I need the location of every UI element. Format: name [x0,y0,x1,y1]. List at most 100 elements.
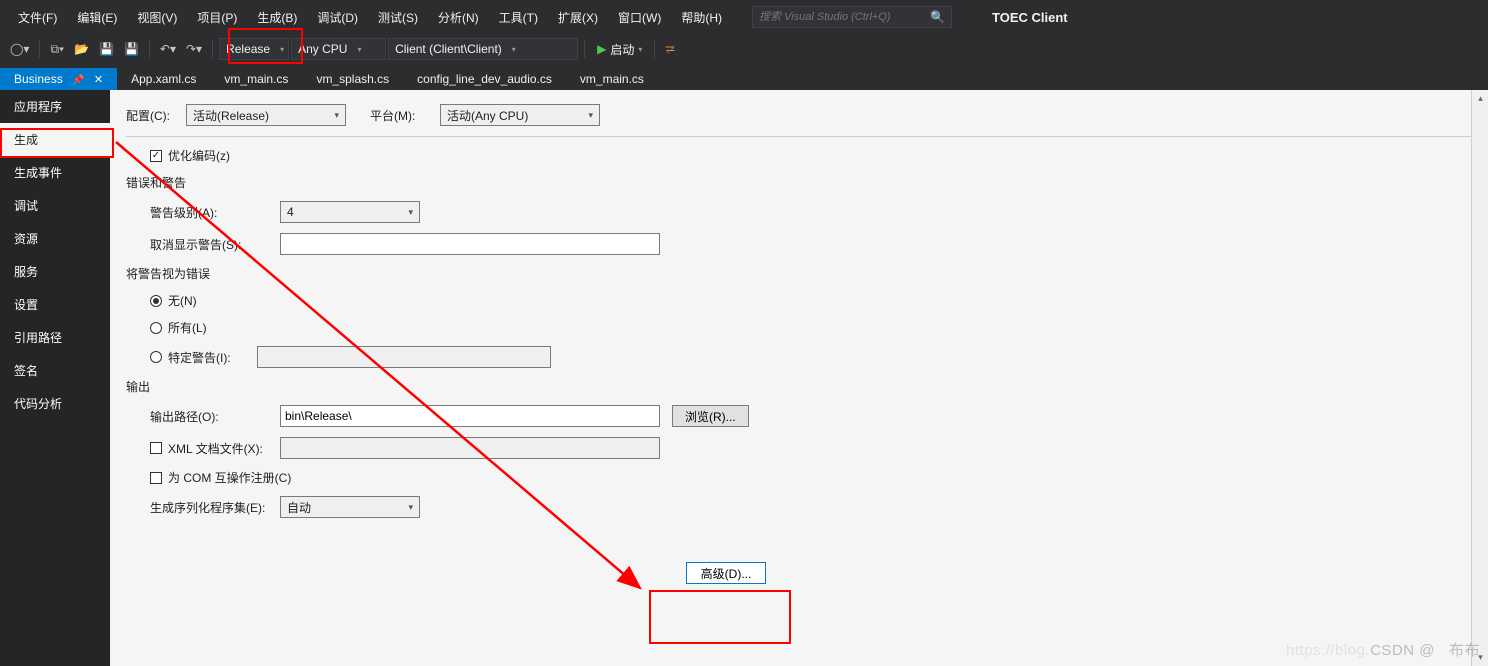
optimize-code-checkbox[interactable]: ✓ 优化编码(z) [150,147,230,164]
misc-toolbar-icon[interactable]: ⥩ [661,40,679,59]
sidebar-item-settings[interactable]: 设置 [0,288,110,321]
tab-label: Business [14,72,63,86]
menu-file[interactable]: 文件(F) [8,9,67,26]
radio-icon [150,295,162,307]
menu-build[interactable]: 生成(B) [247,9,307,26]
com-interop-checkbox[interactable]: 为 COM 互操作注册(C) [150,469,291,486]
doc-tab-vm-main[interactable]: vm_main.cs [210,68,302,90]
chevron-down-icon: ▾ [638,45,642,54]
chevron-down-icon: ▾ [408,502,413,513]
xml-doc-label: XML 文档文件(X): [168,440,263,457]
open-file-icon[interactable]: 📂 [70,40,93,58]
menu-project[interactable]: 项目(P) [187,9,247,26]
specific-warnings-input [257,346,551,368]
menu-view[interactable]: 视图(V) [127,9,187,26]
sidebar-item-refpaths[interactable]: 引用路径 [0,321,110,354]
chevron-down-icon: ▾ [512,45,516,54]
chevron-down-icon: ▾ [588,110,593,121]
serialization-combo[interactable]: 自动▾ [280,496,420,518]
advanced-button[interactable]: 高级(D)... [686,562,766,584]
menu-edit[interactable]: 编辑(E) [67,9,127,26]
doc-tab-config-audio[interactable]: config_line_dev_audio.cs [403,68,566,90]
separator [212,40,213,58]
solution-config-combo[interactable]: Release ▾ [219,38,289,60]
platform-combo[interactable]: 活动(Any CPU) ▾ [440,104,600,126]
play-icon: ▶ [597,42,606,56]
search-icon[interactable]: 🔍 [930,10,945,24]
solution-config-value: Release [226,42,270,56]
serialization-label: 生成序列化程序集(E): [150,499,280,516]
save-icon[interactable]: 💾 [95,40,118,58]
start-debugging-button[interactable]: ▶ 启动 ▾ [591,41,648,58]
save-all-icon[interactable]: 💾 [120,40,143,58]
radio-all[interactable]: 所有(L) [150,319,207,336]
doc-tab-app-xaml[interactable]: App.xaml.cs [117,68,210,90]
radio-specific[interactable]: 特定警告(I): [150,349,231,366]
browse-button[interactable]: 浏览(R)... [672,405,749,427]
config-label: 配置(C): [126,107,186,124]
warn-level-value: 4 [287,205,294,219]
project-properties-sidebar: 应用程序 生成 生成事件 调试 资源 服务 设置 引用路径 签名 代码分析 [0,90,110,666]
document-tabs: Business 📌 ✕ App.xaml.cs vm_main.cs vm_s… [0,64,1488,90]
output-path-label: 输出路径(O): [150,408,280,425]
quick-launch[interactable]: 🔍 [752,6,952,28]
doc-tab-vm-main-2[interactable]: vm_main.cs [566,68,658,90]
sidebar-item-debug[interactable]: 调试 [0,189,110,222]
menu-debug[interactable]: 调试(D) [307,9,368,26]
sidebar-item-services[interactable]: 服务 [0,255,110,288]
redo-icon[interactable]: ↷▾ [182,40,206,58]
sidebar-item-build[interactable]: 生成 [0,123,110,156]
scroll-down-icon[interactable]: ▾ [1472,649,1488,666]
sidebar-item-app[interactable]: 应用程序 [0,90,110,123]
sidebar-item-resources[interactable]: 资源 [0,222,110,255]
config-value: 活动(Release) [193,107,269,124]
startup-project-combo[interactable]: Client (Client\Client) ▾ [388,38,578,60]
errors-warnings-section: 错误和警告 [126,174,1472,191]
chevron-down-icon: ▾ [280,45,284,54]
nav-back-icon[interactable]: ◯▾ [6,40,33,58]
pin-icon[interactable]: 📌 [72,75,84,86]
warn-level-label: 警告级别(A): [150,204,280,221]
config-combo[interactable]: 活动(Release)▾ [186,104,346,126]
suppress-warnings-input[interactable] [280,233,660,255]
chevron-down-icon: ▾ [357,45,361,54]
xml-doc-input [280,437,660,459]
quick-launch-input[interactable] [759,11,924,23]
output-section: 输出 [126,378,1472,395]
com-interop-label: 为 COM 互操作注册(C) [168,469,291,486]
checkbox-icon [150,442,162,454]
radio-icon [150,351,162,363]
new-project-icon[interactable]: ⧉▾ [46,40,68,59]
menu-window[interactable]: 窗口(W) [608,9,671,26]
separator [149,40,150,58]
radio-all-label: 所有(L) [168,319,207,336]
vertical-scrollbar[interactable]: ▴ ▾ [1471,90,1488,666]
menu-extend[interactable]: 扩展(X) [548,9,608,26]
doc-tab-business[interactable]: Business 📌 ✕ [0,68,117,90]
doc-tab-vm-splash[interactable]: vm_splash.cs [302,68,403,90]
undo-icon[interactable]: ↶▾ [156,40,180,58]
separator [584,40,585,58]
build-properties-page: 配置(C): 活动(Release)▾ 平台(M): 活动(Any CPU)▾ … [110,90,1488,666]
scroll-up-icon[interactable]: ▴ [1472,90,1488,107]
menu-help[interactable]: 帮助(H) [671,9,732,26]
solution-platform-combo[interactable]: Any CPU▾ [291,38,386,60]
sidebar-item-build-events[interactable]: 生成事件 [0,156,110,189]
radio-specific-label: 特定警告(I): [168,349,231,366]
sidebar-item-signing[interactable]: 签名 [0,354,110,387]
sidebar-item-code-analysis[interactable]: 代码分析 [0,387,110,420]
output-path-input[interactable] [280,405,660,427]
checkbox-icon: ✓ [150,150,162,162]
platform-value: 活动(Any CPU) [447,107,528,124]
startup-project-value: Client (Client\Client) [395,42,502,56]
xml-doc-checkbox[interactable]: XML 文档文件(X): [150,440,280,457]
warn-level-combo[interactable]: 4▾ [280,201,420,223]
radio-none[interactable]: 无(N) [150,292,197,309]
optimize-code-label: 优化编码(z) [168,147,230,164]
chevron-down-icon: ▾ [408,207,413,218]
menu-test[interactable]: 测试(S) [368,9,428,26]
solution-name: TOEC Client [992,10,1068,25]
menu-tools[interactable]: 工具(T) [489,9,548,26]
menu-analyze[interactable]: 分析(N) [428,9,489,26]
close-icon[interactable]: ✕ [94,74,103,86]
